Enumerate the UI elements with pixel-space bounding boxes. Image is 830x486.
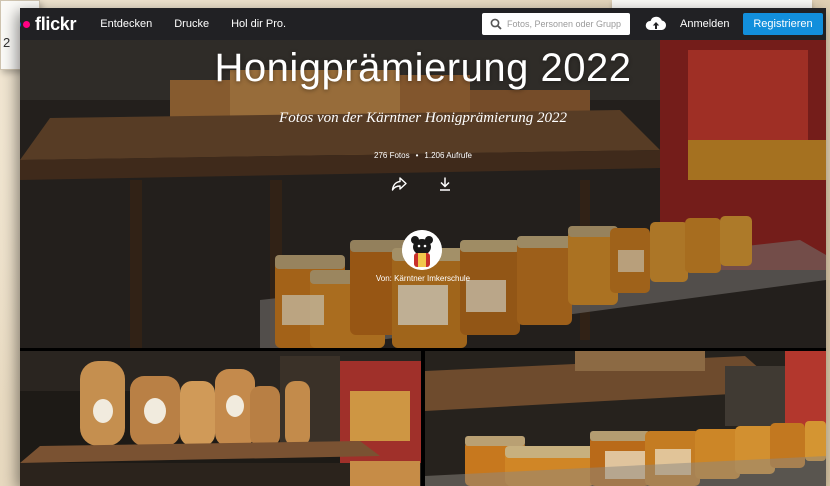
album-subtitle: Fotos von der Kärntner Honigprämierung 2… bbox=[279, 110, 567, 126]
search-input[interactable] bbox=[507, 19, 627, 29]
login-link[interactable]: Anmelden bbox=[680, 18, 730, 30]
share-button[interactable] bbox=[391, 176, 407, 197]
signup-button[interactable]: Registrieren bbox=[743, 13, 823, 35]
search-box[interactable] bbox=[482, 13, 630, 35]
album-stats: 276 Fotos • 1.206 Aufrufe bbox=[20, 151, 826, 160]
logo-wordmark: flickr bbox=[35, 13, 77, 34]
nav-link-prints[interactable]: Drucke bbox=[174, 18, 209, 30]
owner-avatar[interactable] bbox=[402, 230, 442, 270]
view-count: 1.206 Aufrufe bbox=[424, 151, 472, 160]
album-title: Honigprämierung 2022 bbox=[214, 46, 632, 90]
flickr-window: flickr Entdecken Drucke Hol dir Pro. Anm… bbox=[20, 8, 826, 486]
bear-mascot-avatar bbox=[402, 230, 442, 270]
photo-count: 276 Fotos bbox=[374, 151, 410, 160]
background-card-text: 2 bbox=[3, 35, 11, 50]
cloud-upload-icon[interactable] bbox=[645, 15, 667, 33]
thumbnail-image-1 bbox=[20, 351, 421, 486]
top-nav: flickr Entdecken Drucke Hol dir Pro. Anm… bbox=[20, 8, 826, 40]
thumbnail-image-2 bbox=[425, 351, 826, 486]
nav-link-explore[interactable]: Entdecken bbox=[100, 18, 152, 30]
share-icon bbox=[391, 177, 407, 191]
owner-byline[interactable]: Von: Kärntner Imkerschule bbox=[20, 274, 826, 283]
logo-dot-blue bbox=[20, 20, 21, 28]
nav-link-get-pro[interactable]: Hol dir Pro. bbox=[231, 18, 286, 30]
download-icon bbox=[440, 177, 450, 191]
photo-thumbnail-2[interactable] bbox=[425, 351, 826, 486]
flickr-logo[interactable]: flickr bbox=[20, 13, 77, 35]
download-button[interactable] bbox=[437, 176, 453, 197]
stats-separator: • bbox=[415, 151, 419, 160]
logo-dot-pink bbox=[23, 20, 30, 28]
photo-thumbnail-1[interactable] bbox=[20, 351, 421, 486]
album-cover: Honigprämierung 2022 Fotos von der Kärnt… bbox=[20, 40, 826, 348]
search-icon bbox=[490, 18, 502, 30]
album-actions bbox=[391, 176, 453, 197]
